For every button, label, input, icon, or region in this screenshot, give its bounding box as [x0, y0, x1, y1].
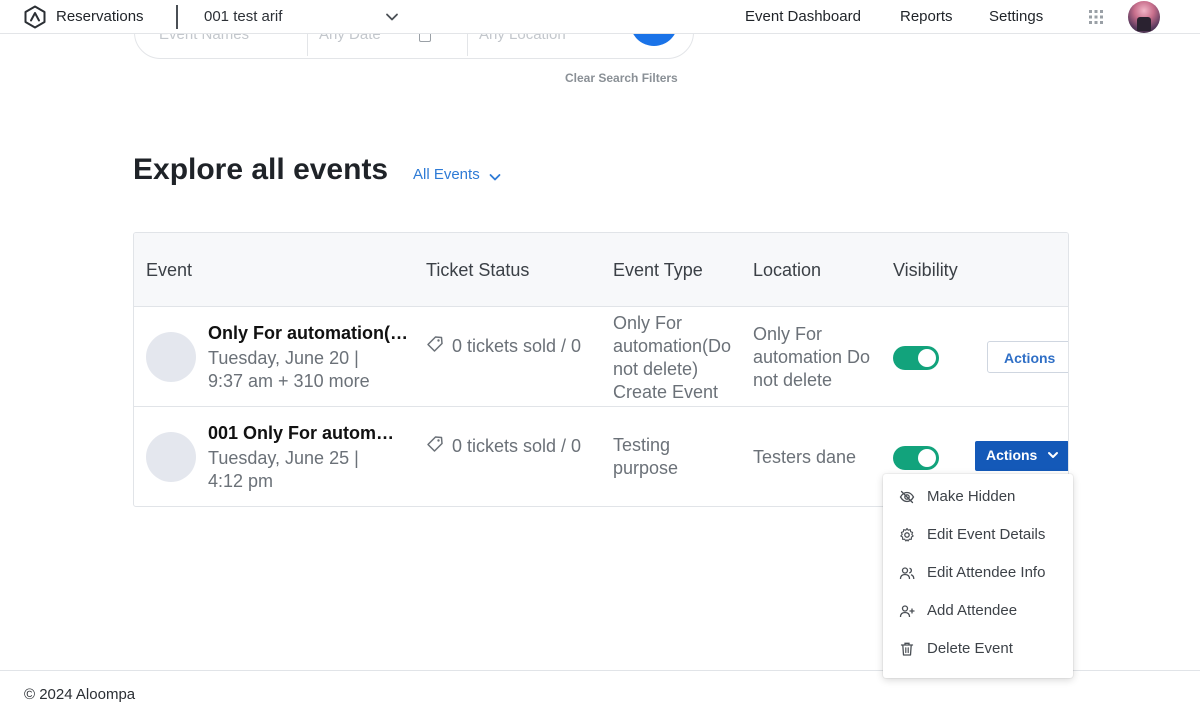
users-icon — [899, 567, 915, 580]
nav-settings[interactable]: Settings — [989, 8, 1043, 25]
menu-item-edit-attendee-info[interactable]: Edit Attendee Info — [883, 556, 1073, 594]
column-header-location: Location — [753, 260, 822, 280]
search-divider — [307, 34, 308, 56]
app-name: Reservations — [56, 8, 144, 25]
app-logo-icon[interactable] — [23, 5, 47, 29]
visibility-toggle[interactable] — [893, 346, 939, 370]
chevron-down-icon[interactable] — [488, 170, 502, 184]
ticket-status: 0 tickets sold / 0 — [452, 336, 582, 356]
ticket-tag-icon — [427, 436, 443, 452]
actions-label: Actions — [986, 447, 1038, 463]
menu-item-add-attendee[interactable]: Add Attendee — [883, 594, 1073, 632]
column-header-event: Event — [146, 260, 193, 280]
footer-copyright: © 2024 Aloompa — [24, 686, 136, 703]
menu-item-label: Edit Attendee Info — [927, 564, 1046, 581]
eye-off-icon — [899, 490, 915, 504]
column-header-event-type: Event Type — [613, 260, 703, 280]
user-avatar[interactable] — [1128, 1, 1160, 33]
clear-search-filters-link[interactable]: Clear Search Filters — [565, 71, 678, 85]
user-plus-icon — [899, 605, 915, 618]
event-type: Only For automation(Do not delete) Creat… — [613, 313, 732, 402]
actions-label: Actions — [1004, 350, 1056, 366]
menu-item-make-hidden[interactable]: Make Hidden — [883, 480, 1073, 518]
menu-item-label: Make Hidden — [927, 488, 1016, 505]
event-thumbnail — [146, 432, 196, 482]
event-name[interactable]: Only For automation(Do not delete) — [208, 323, 408, 344]
menu-item-edit-event-details[interactable]: Edit Event Details — [883, 518, 1073, 556]
gear-icon — [900, 527, 914, 542]
event-name[interactable]: 001 Only For automation — [208, 423, 403, 444]
menu-item-label: Delete Event — [927, 640, 1013, 657]
event-type: Testing purpose — [613, 435, 679, 478]
column-header-visibility: Visibility — [893, 260, 958, 280]
event-date: Tuesday, June 20 | 9:37 am + 310 more — [208, 348, 370, 391]
visibility-toggle[interactable] — [893, 446, 939, 470]
events-table: Event Ticket Status Event Type Location … — [133, 232, 1069, 507]
menu-item-label: Add Attendee — [927, 602, 1018, 619]
apps-grid-icon[interactable] — [1089, 10, 1103, 24]
ticket-tag-icon — [427, 336, 443, 352]
chevron-down-icon[interactable] — [385, 10, 399, 24]
menu-item-label: Edit Event Details — [927, 526, 1046, 543]
top-bar: Reservations 001 test arif Event Dashboa… — [0, 0, 1200, 34]
event-location: Only For automation Do not delete — [753, 324, 871, 390]
header-divider — [176, 5, 178, 29]
trash-icon — [900, 642, 914, 656]
table-row[interactable]: Only For automation(Do not delete) Tuesd… — [134, 307, 1068, 407]
search-divider — [467, 34, 468, 56]
table-header: Event Ticket Status Event Type Location … — [134, 233, 1068, 307]
page-title: Explore all events — [133, 153, 389, 186]
toggle-knob — [918, 349, 936, 367]
organization-select[interactable]: 001 test arif — [204, 8, 404, 25]
nav-event-dashboard[interactable]: Event Dashboard — [745, 8, 861, 25]
column-header-ticket-status: Ticket Status — [426, 260, 530, 280]
actions-button[interactable]: Actions — [987, 341, 1068, 373]
event-date: Tuesday, June 25 | 4:12 pm — [208, 448, 359, 491]
ticket-status: 0 tickets sold / 0 — [452, 436, 582, 456]
event-thumbnail — [146, 332, 196, 382]
actions-menu: Make Hidden Edit Event Details Edit Atte… — [883, 474, 1073, 678]
menu-item-delete-event[interactable]: Delete Event — [883, 632, 1073, 670]
chevron-down-icon — [1048, 452, 1058, 458]
toggle-knob — [918, 449, 936, 467]
event-location: Testers dane — [753, 447, 857, 467]
actions-button[interactable]: Actions — [975, 441, 1068, 471]
nav-reports[interactable]: Reports — [900, 8, 953, 25]
events-filter-dropdown[interactable]: All Events — [413, 166, 480, 183]
